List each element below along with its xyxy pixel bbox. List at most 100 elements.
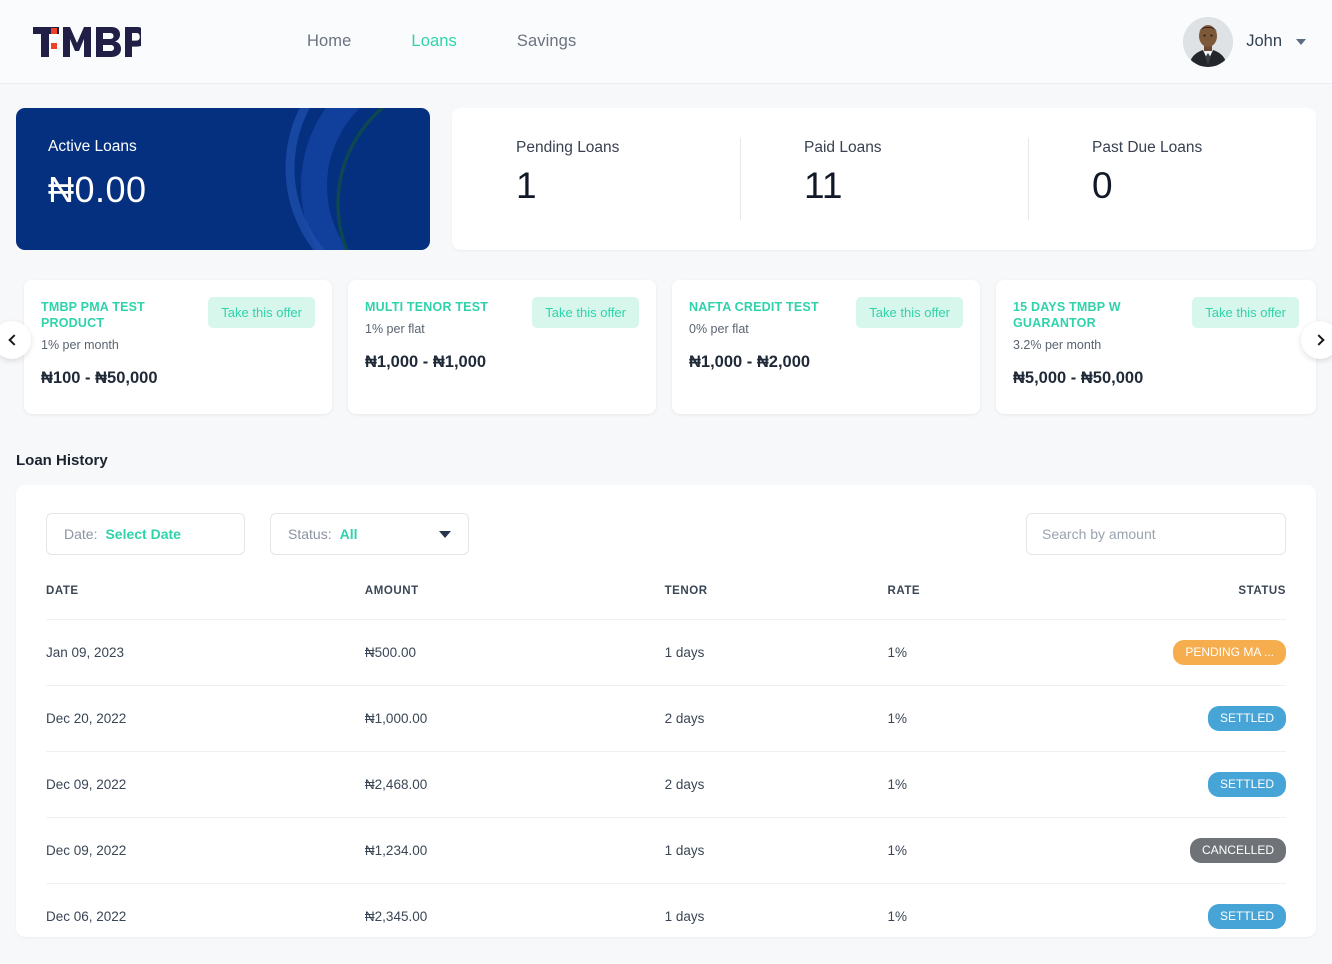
cell-date: Jan 09, 2023 xyxy=(46,619,365,686)
take-offer-button[interactable]: Take this offer xyxy=(856,297,963,328)
user-menu[interactable]: John xyxy=(1183,16,1306,67)
active-loans-card: Active Loans ₦0.00 xyxy=(16,108,430,250)
cell-rate: 1% xyxy=(887,619,1174,686)
offer-card[interactable]: MULTI TENOR TEST 1% per flat ₦1,000 - ₦1… xyxy=(348,280,656,414)
cell-tenor: 2 days xyxy=(664,685,888,752)
column-header-tenor: TENOR xyxy=(664,585,708,597)
cell-amount: ₦500.00 xyxy=(364,619,665,686)
cell-date: Dec 06, 2022 xyxy=(46,883,365,949)
table-row[interactable]: Dec 09, 2022 ₦1,234.00 1 days 1% CANCELL… xyxy=(46,817,1286,884)
table-row[interactable]: Jan 09, 2023 ₦500.00 1 days 1% PENDING M… xyxy=(46,619,1286,686)
table-row[interactable]: Dec 20, 2022 ₦1,000.00 2 days 1% SETTLED xyxy=(46,685,1286,752)
status-badge: SETTLED xyxy=(1207,772,1286,797)
chevron-down-icon[interactable] xyxy=(439,530,451,538)
status-filter-label: Status: xyxy=(288,526,332,542)
cell-status: CANCELLED xyxy=(1173,817,1286,884)
chevron-left-icon xyxy=(7,334,20,346)
main-nav-links: Home Loans Savings xyxy=(277,32,606,51)
cell-tenor: 1 days xyxy=(664,817,888,884)
loan-counts-card: Pending Loans 1 Paid Loans 11 Past Due L… xyxy=(452,108,1316,250)
cell-rate: 1% xyxy=(887,817,1174,884)
chevron-right-icon xyxy=(1312,334,1325,346)
status-badge: CANCELLED xyxy=(1189,838,1286,863)
brand-logo[interactable] xyxy=(33,24,141,60)
cell-status: SETTLED xyxy=(1173,883,1286,949)
status-badge: PENDING MA ... xyxy=(1173,640,1286,665)
take-offer-button[interactable]: Take this offer xyxy=(208,297,315,328)
offer-title: TMBP PMA TEST PRODUCT xyxy=(41,300,145,330)
take-offer-button[interactable]: Take this offer xyxy=(532,297,639,328)
cell-amount: ₦1,000.00 xyxy=(364,685,665,752)
cell-status: SETTLED xyxy=(1173,751,1286,818)
avatar xyxy=(1183,16,1234,67)
cell-status: PENDING MA ... xyxy=(1173,619,1286,686)
tmbp-logo-icon xyxy=(33,26,141,57)
top-navigation-bar: Home Loans Savings John xyxy=(0,0,1332,84)
offer-amount-range: ₦1,000 - ₦2,000 xyxy=(689,353,811,371)
table-row[interactable]: Dec 09, 2022 ₦2,468.00 2 days 1% SETTLED xyxy=(46,751,1286,818)
take-offer-button[interactable]: Take this offer xyxy=(1192,297,1299,328)
offer-rate: 3.2% per month xyxy=(1013,338,1102,352)
stat-value: 11 xyxy=(804,165,843,206)
stat-paid-loans: Paid Loans 11 xyxy=(740,108,1028,250)
avatar-photo-icon xyxy=(1183,16,1234,67)
cell-date: Dec 09, 2022 xyxy=(46,817,365,884)
cell-rate: 1% xyxy=(887,751,1174,818)
column-header-status: STATUS xyxy=(1238,585,1286,597)
cell-tenor: 1 days xyxy=(664,883,888,949)
cell-amount: ₦2,345.00 xyxy=(364,883,665,949)
date-filter[interactable]: Date: Select Date xyxy=(46,513,245,555)
search-input[interactable] xyxy=(1026,513,1286,555)
table-header: DATE AMOUNT TENOR RATE STATUS xyxy=(46,585,1286,620)
cell-date: Dec 09, 2022 xyxy=(46,751,365,818)
active-loans-value: ₦0.00 xyxy=(48,169,147,210)
cell-rate: 1% xyxy=(887,883,1174,949)
cell-tenor: 1 days xyxy=(664,619,888,686)
nav-item-loans[interactable]: Loans xyxy=(381,32,486,51)
column-header-amount: AMOUNT xyxy=(364,585,419,597)
offer-card[interactable]: 15 DAYS TMBP W GUARANTOR 3.2% per month … xyxy=(996,280,1316,414)
offer-card[interactable]: TMBP PMA TEST PRODUCT 1% per month ₦100 … xyxy=(24,280,332,414)
date-filter-value: Select Date xyxy=(105,526,181,542)
summary-stats-row: Active Loans ₦0.00 Pending Loans 1 Paid … xyxy=(0,84,1332,250)
offer-amount-range: ₦1,000 - ₦1,000 xyxy=(365,353,487,371)
stat-label: Pending Loans xyxy=(516,139,620,156)
offer-title: MULTI TENOR TEST xyxy=(365,300,489,314)
column-header-rate: RATE xyxy=(887,585,921,597)
offer-rate: 1% per month xyxy=(41,338,119,352)
nav-item-home[interactable]: Home xyxy=(277,32,381,51)
offer-amount-range: ₦5,000 - ₦50,000 xyxy=(1013,369,1144,387)
status-badge: SETTLED xyxy=(1207,904,1286,929)
stat-value: 0 xyxy=(1092,165,1113,206)
stat-label: Past Due Loans xyxy=(1092,139,1203,156)
cell-rate: 1% xyxy=(887,685,1174,752)
cell-tenor: 2 days xyxy=(664,751,888,818)
status-filter-value: All xyxy=(339,526,358,542)
chevron-down-icon[interactable] xyxy=(1296,38,1306,45)
loan-history-panel: Date: Select Date Status: All DATE AMOUN… xyxy=(16,485,1316,949)
column-header-date: DATE xyxy=(46,585,79,597)
stat-past-due-loans: Past Due Loans 0 xyxy=(1028,108,1316,250)
table-body: Jan 09, 2023 ₦500.00 1 days 1% PENDING M… xyxy=(46,619,1286,949)
date-filter-label: Date: xyxy=(64,526,98,542)
offer-card[interactable]: NAFTA CREDIT TEST 0% per flat ₦1,000 - ₦… xyxy=(672,280,980,414)
cell-amount: ₦1,234.00 xyxy=(364,817,665,884)
status-filter[interactable]: Status: All xyxy=(270,513,469,555)
cell-amount: ₦2,468.00 xyxy=(364,751,665,818)
page-section-title: Loan History xyxy=(16,452,108,469)
offer-amount-range: ₦100 - ₦50,000 xyxy=(41,369,158,387)
carousel-next-button[interactable] xyxy=(1301,321,1332,359)
table-header-row: DATE AMOUNT TENOR RATE STATUS xyxy=(46,585,1286,620)
offer-title: NAFTA CREDIT TEST xyxy=(689,300,819,314)
stat-value: 1 xyxy=(516,165,537,206)
active-loans-label: Active Loans xyxy=(48,138,137,155)
cell-date: Dec 20, 2022 xyxy=(46,685,365,752)
loan-offers-carousel: TMBP PMA TEST PRODUCT 1% per month ₦100 … xyxy=(0,280,1332,430)
status-badge: SETTLED xyxy=(1207,706,1286,731)
cell-status: SETTLED xyxy=(1173,685,1286,752)
stat-label: Paid Loans xyxy=(804,139,882,156)
nav-item-savings[interactable]: Savings xyxy=(487,32,606,51)
loan-history-table: DATE AMOUNT TENOR RATE STATUS Jan 09, 20… xyxy=(46,585,1286,949)
user-name-label: John xyxy=(1246,32,1282,50)
table-row[interactable]: Dec 06, 2022 ₦2,345.00 1 days 1% SETTLED xyxy=(46,883,1286,949)
